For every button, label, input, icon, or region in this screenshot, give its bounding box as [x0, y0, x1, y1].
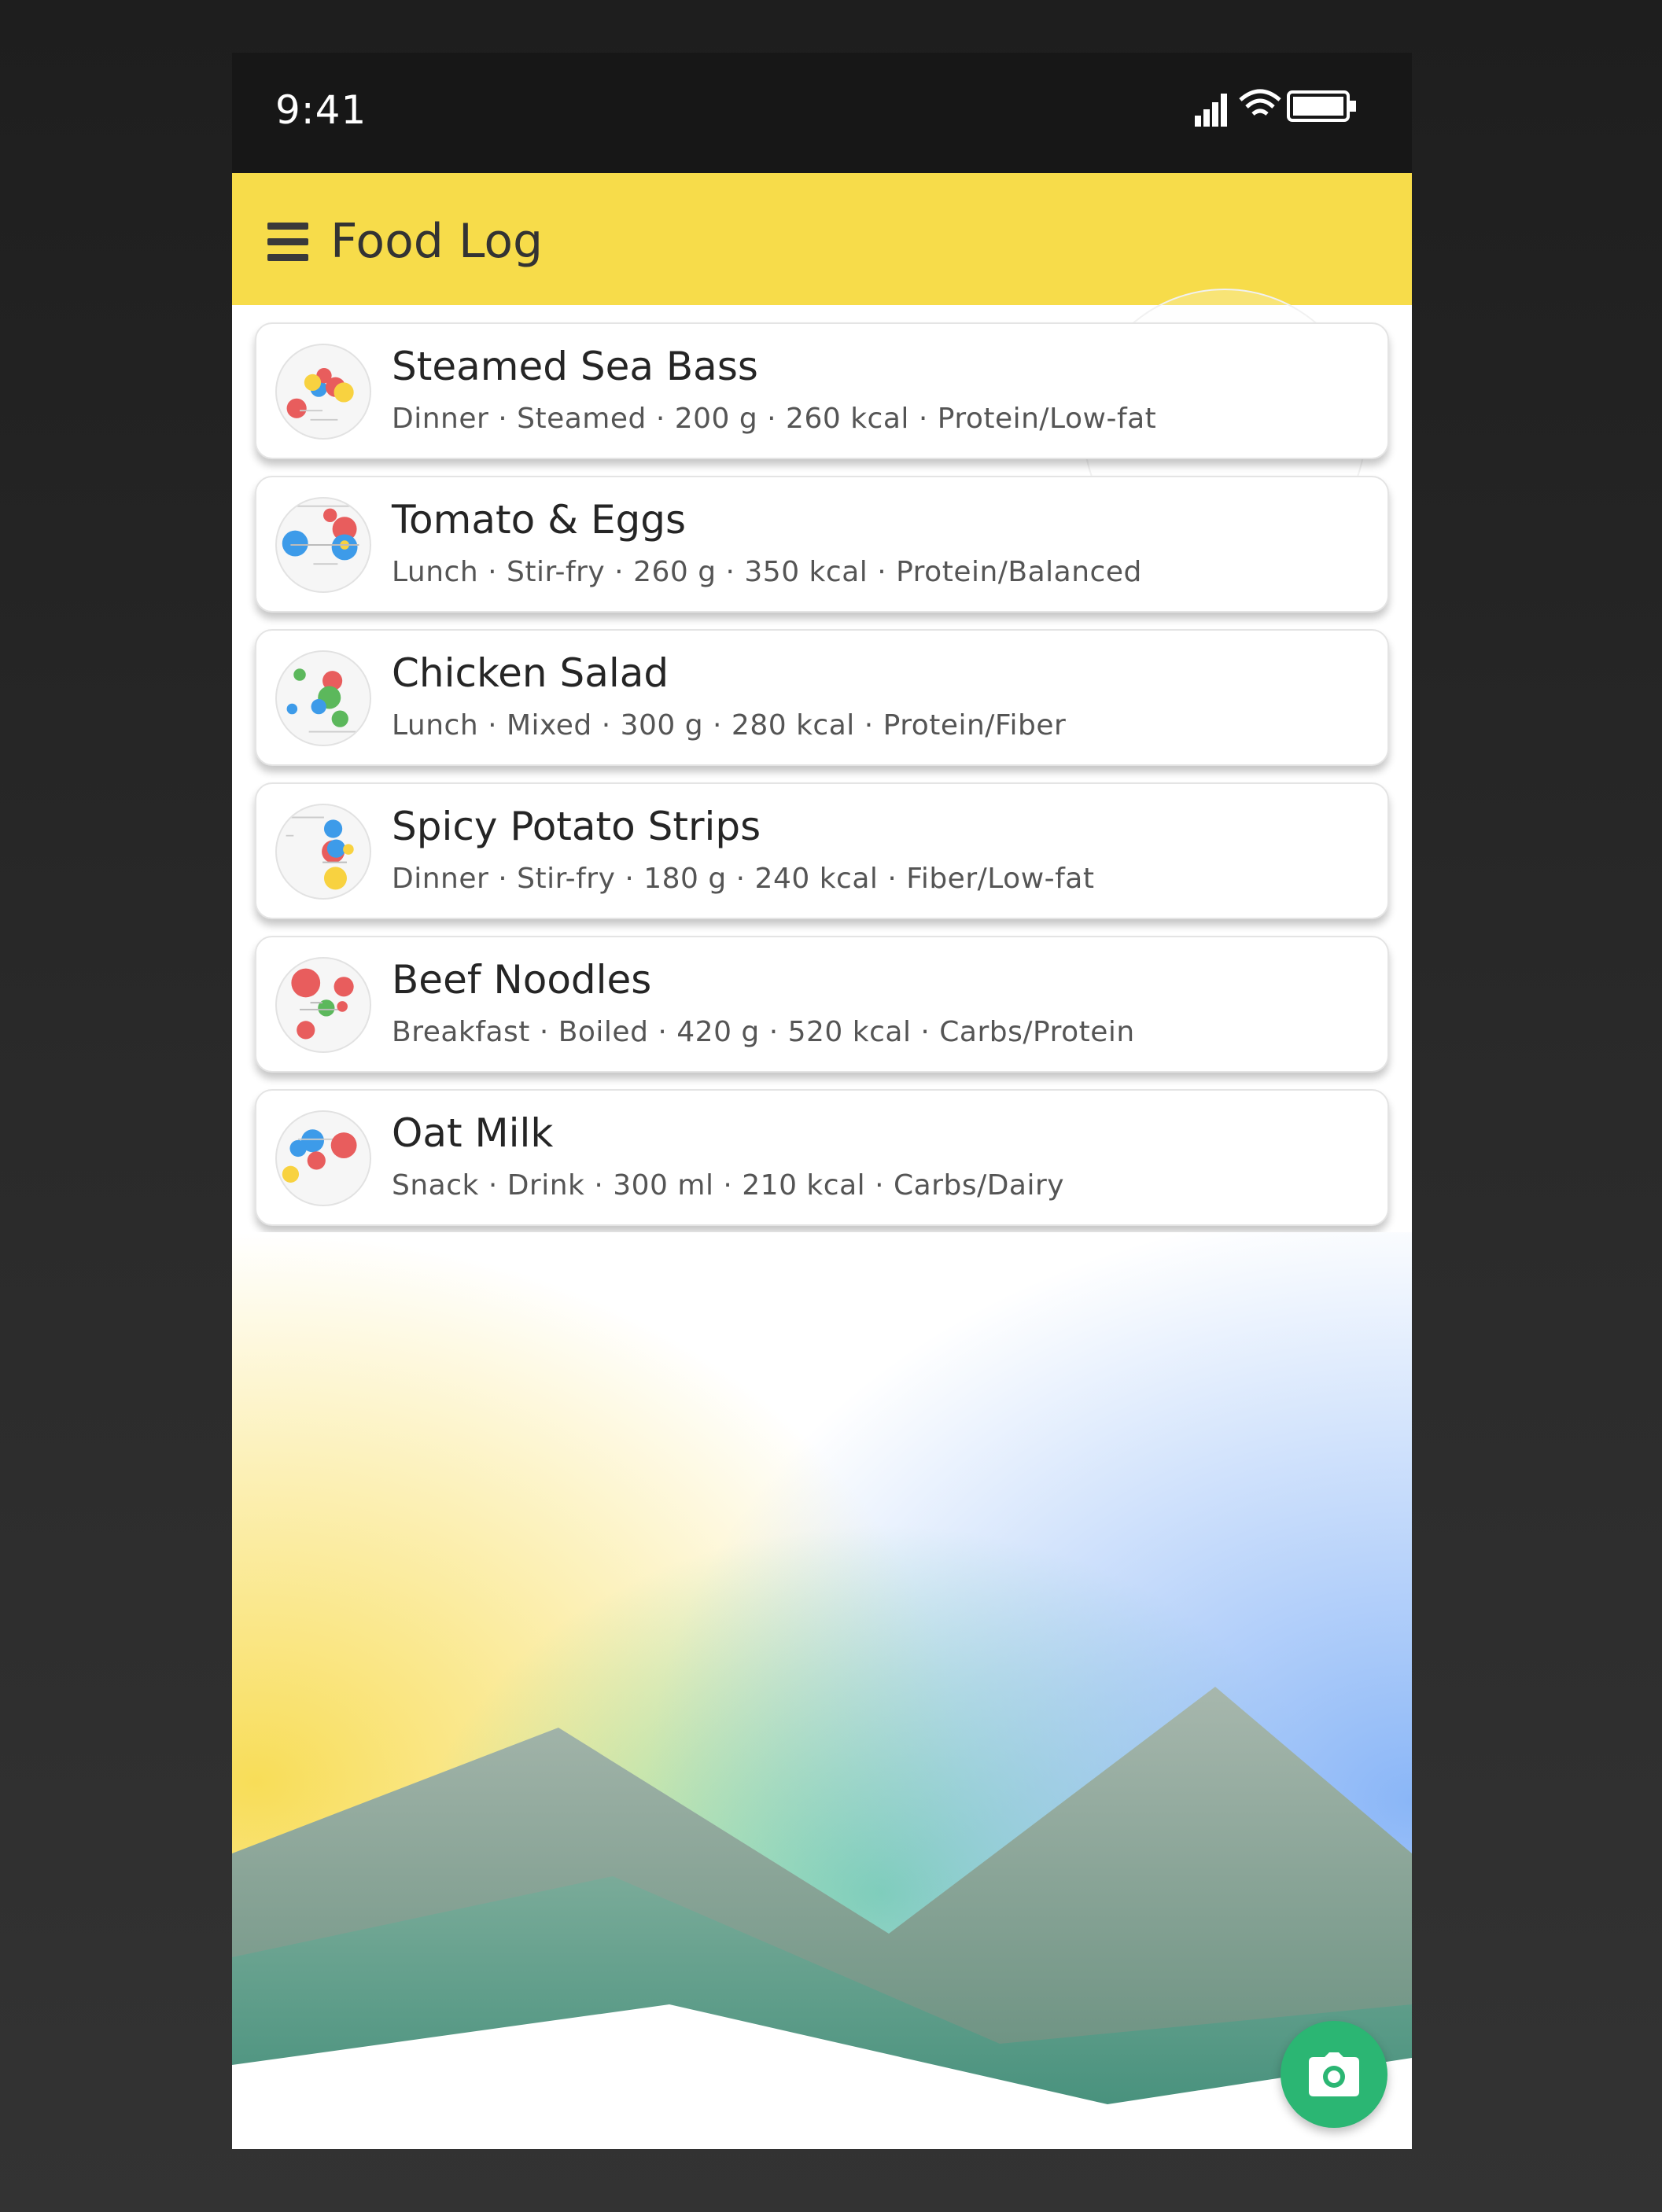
food-name: Steamed Sea Bass — [392, 344, 758, 389]
status-time: 9:41 — [275, 87, 367, 133]
food-details: Lunch · Mixed · 300 g · 280 kcal · Prote… — [392, 709, 1067, 742]
food-details: Lunch · Stir-fry · 260 g · 350 kcal · Pr… — [392, 556, 1142, 588]
app-bar: Food Log — [232, 173, 1412, 305]
food-item-oat-milk[interactable]: Oat Milk Snack · Drink · 300 ml · 210 kc… — [255, 1089, 1389, 1226]
camera-button[interactable] — [1281, 2021, 1387, 2128]
food-name: Beef Noodles — [392, 957, 652, 1003]
food-name: Spicy Potato Strips — [392, 804, 761, 849]
food-details: Dinner · Steamed · 200 g · 260 kcal · Pr… — [392, 403, 1157, 435]
battery-icon — [1287, 90, 1356, 122]
background-landscape — [232, 1232, 1412, 2149]
food-item-tomato-eggs[interactable]: Tomato & Eggs Lunch · Stir-fry · 260 g ·… — [255, 476, 1389, 613]
plate-thumbnail — [275, 1110, 371, 1206]
food-item-steamed-sea-bass[interactable]: Steamed Sea Bass Dinner · Steamed · 200 … — [255, 322, 1389, 459]
plate-thumbnail — [275, 650, 371, 746]
plate-thumbnail — [275, 497, 371, 593]
food-name: Oat Milk — [392, 1110, 554, 1156]
wifi-icon — [1239, 89, 1281, 116]
page-title: Food Log — [330, 214, 544, 269]
food-name: Tomato & Eggs — [392, 497, 687, 543]
signal-icon — [1195, 94, 1227, 127]
status-bar: 9:41 — [232, 53, 1412, 173]
food-item-chicken-salad[interactable]: Chicken Salad Lunch · Mixed · 300 g · 28… — [255, 629, 1389, 766]
food-list: Steamed Sea Bass Dinner · Steamed · 200 … — [255, 322, 1389, 1242]
food-item-spicy-potato-strips[interactable]: Spicy Potato Strips Dinner · Stir-fry · … — [255, 782, 1389, 919]
plate-thumbnail — [275, 344, 371, 440]
plate-thumbnail — [275, 804, 371, 900]
food-details: Breakfast · Boiled · 420 g · 520 kcal · … — [392, 1016, 1135, 1048]
plate-thumbnail — [275, 957, 371, 1053]
food-details: Snack · Drink · 300 ml · 210 kcal · Carb… — [392, 1169, 1065, 1202]
system-icons — [1192, 83, 1357, 130]
food-name: Chicken Salad — [392, 650, 669, 696]
food-item-beef-noodles[interactable]: Beef Noodles Breakfast · Boiled · 420 g … — [255, 936, 1389, 1073]
menu-icon[interactable] — [267, 223, 308, 262]
camera-icon — [1309, 2052, 1359, 2096]
food-details: Dinner · Stir-fry · 180 g · 240 kcal · F… — [392, 863, 1095, 895]
phone-screen: 9:41 Food Log Steamed Sea Bass Dinner · … — [232, 53, 1412, 2149]
